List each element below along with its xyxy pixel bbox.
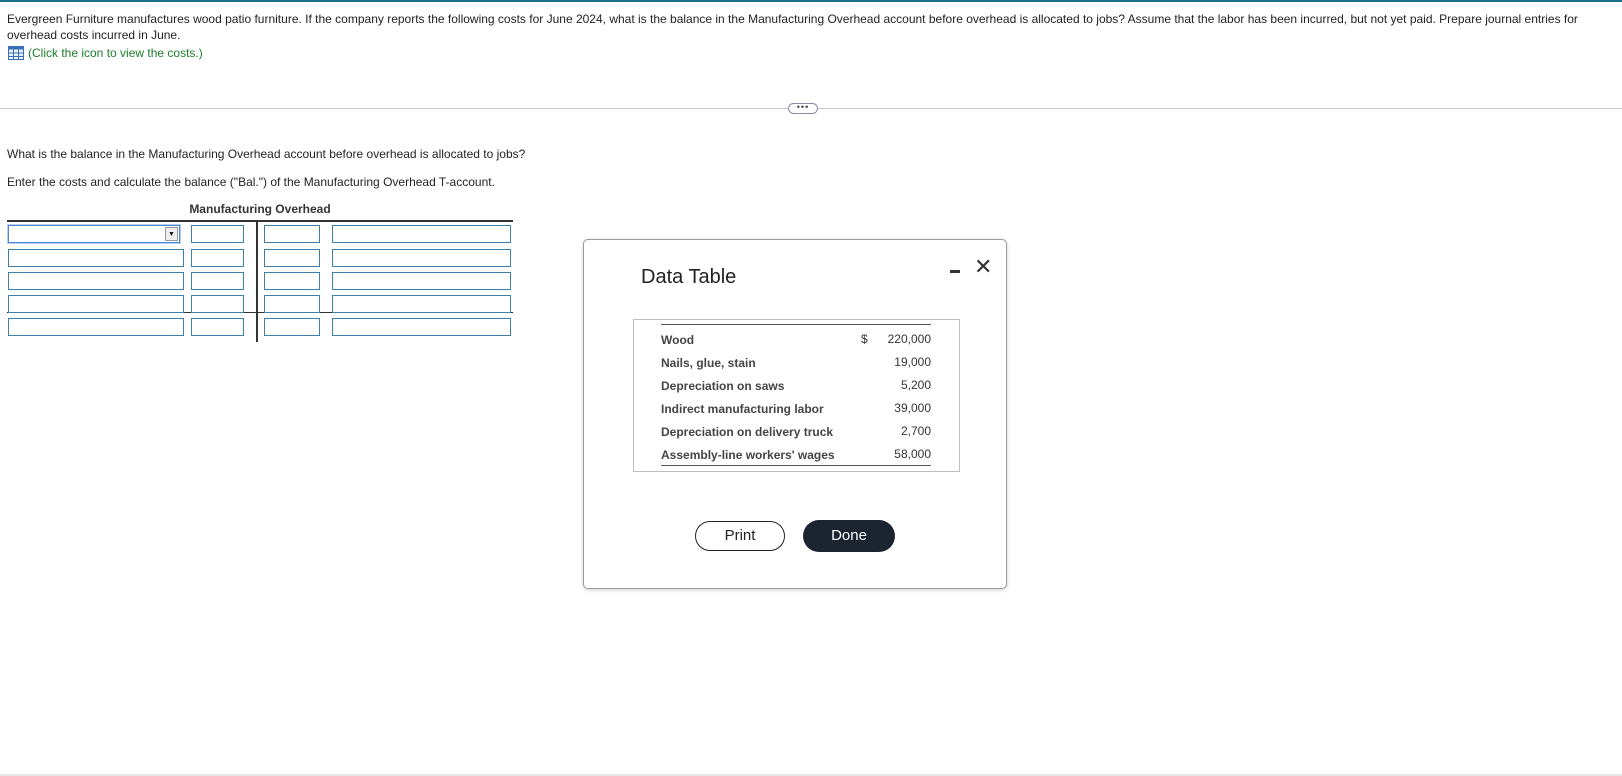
cost-label: Depreciation on delivery truck <box>661 425 834 439</box>
balance-credit-amount-input[interactable] <box>264 318 320 336</box>
t-account-center-rule <box>256 222 258 342</box>
print-button[interactable]: Print <box>695 521 785 551</box>
done-button[interactable]: Done <box>803 520 895 552</box>
cost-label: Depreciation on saws <box>661 379 785 393</box>
table-row: Nails, glue, stain 19,000 <box>661 351 931 373</box>
question-text: Evergreen Furniture manufactures wood pa… <box>7 12 1578 42</box>
dropdown-arrow-icon[interactable]: ▼ <box>165 227 178 241</box>
data-table-dialog: Data Table ✕ Wood $ 220,000 Nails, glue,… <box>583 239 1007 589</box>
debit-amount-input-2[interactable] <box>191 249 244 267</box>
table-row: Depreciation on delivery truck 2,700 <box>661 420 931 442</box>
table-top-rule <box>661 324 931 325</box>
view-costs-link-text[interactable]: (Click the icon to view the costs.) <box>28 46 203 60</box>
costs-table: Wood $ 220,000 Nails, glue, stain 19,000… <box>633 319 960 472</box>
table-row: Wood $ 220,000 <box>661 328 931 350</box>
t-account-instruction: Enter the costs and calculate the balanc… <box>7 175 495 189</box>
credit-account-input-3[interactable] <box>332 272 511 290</box>
credit-amount-input-1[interactable] <box>264 225 320 243</box>
t-account-top-rule <box>7 220 513 222</box>
table-bottom-rule <box>661 465 931 466</box>
cost-value: 39,000 <box>894 401 931 415</box>
balance-credit-label-input[interactable] <box>332 318 511 336</box>
debit-account-input-3[interactable] <box>8 272 184 290</box>
close-icon[interactable]: ✕ <box>974 254 992 280</box>
cost-value: 19,000 <box>894 355 931 369</box>
debit-account-input-4[interactable] <box>8 295 184 313</box>
cost-label: Wood <box>661 333 695 347</box>
cost-label: Indirect manufacturing labor <box>661 402 824 416</box>
table-grid-icon[interactable] <box>8 46 24 60</box>
debit-amount-input-1[interactable] <box>191 225 244 243</box>
manufacturing-overhead-t-account: Manufacturing Overhead ▼ <box>7 202 513 342</box>
top-accent-bar <box>0 0 1622 2</box>
debit-account-input-2[interactable] <box>8 249 184 267</box>
debit-amount-input-4[interactable] <box>191 295 244 313</box>
balance-debit-input[interactable] <box>191 318 244 336</box>
balance-label-input[interactable] <box>8 318 184 336</box>
debit-account-select-1[interactable]: ▼ <box>8 225 180 243</box>
cost-value: 5,200 <box>900 378 931 392</box>
credit-account-input-2[interactable] <box>332 249 511 267</box>
minimize-icon[interactable] <box>948 263 962 277</box>
cost-value: 220,000 <box>887 332 931 346</box>
credit-account-input-4[interactable] <box>332 295 511 313</box>
table-row: Depreciation on saws 5,200 <box>661 374 931 396</box>
cost-value: 2,700 <box>900 424 931 438</box>
currency-symbol: $ <box>861 332 868 346</box>
table-row: Assembly-line workers' wages 58,000 <box>661 443 931 465</box>
cost-value: 58,000 <box>894 447 931 461</box>
dialog-title: Data Table <box>641 266 737 288</box>
view-costs-link[interactable]: (Click the icon to view the costs.) <box>8 46 203 60</box>
debit-amount-input-3[interactable] <box>191 272 244 290</box>
table-row: Indirect manufacturing labor 39,000 <box>661 397 931 419</box>
cost-label: Assembly-line workers' wages <box>661 448 835 462</box>
credit-amount-input-3[interactable] <box>264 272 320 290</box>
t-account-title: Manufacturing Overhead <box>189 202 331 216</box>
cost-label: Nails, glue, stain <box>661 356 756 370</box>
balance-question: What is the balance in the Manufacturing… <box>7 147 526 161</box>
credit-account-input-1[interactable] <box>332 225 511 243</box>
divider-expand-handle[interactable]: ••• <box>788 102 818 114</box>
credit-amount-input-4[interactable] <box>264 295 320 313</box>
credit-amount-input-2[interactable] <box>264 249 320 267</box>
